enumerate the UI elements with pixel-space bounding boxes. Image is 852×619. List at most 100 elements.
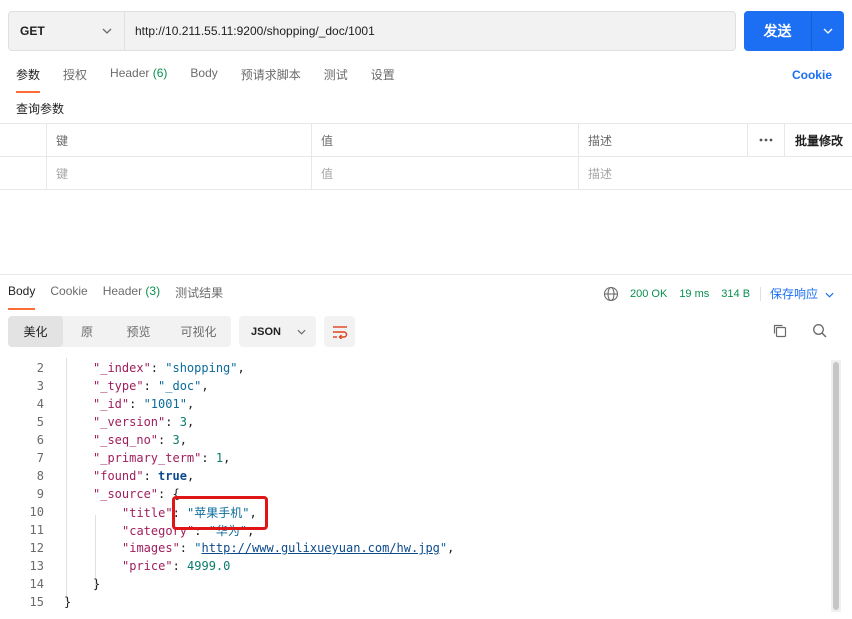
code-line: 11 "category": "华为", bbox=[0, 521, 830, 539]
url-input[interactable]: http://10.211.55.11:9200/shopping/_doc/1… bbox=[125, 12, 375, 50]
code-line: 4 "_id": "1001", bbox=[0, 395, 830, 413]
code-token: : bbox=[143, 379, 159, 393]
line-number: 3 bbox=[36, 379, 44, 393]
query-params-title: 查询参数 bbox=[16, 102, 65, 116]
status-code[interactable]: 200 OK bbox=[630, 288, 667, 300]
request-tabs: 参数 授权 Header (6) Body 预请求脚本 测试 设置 bbox=[16, 66, 418, 93]
code-token: : bbox=[179, 541, 195, 555]
send-button[interactable]: 发送 bbox=[744, 11, 812, 51]
code-token: "_seq_no" bbox=[93, 433, 159, 447]
chevron-down-icon bbox=[823, 28, 833, 34]
code-line: 3 "_type": "_doc", bbox=[0, 377, 830, 395]
save-response-label: 保存响应 bbox=[770, 287, 819, 301]
tab-params[interactable]: 参数 bbox=[16, 66, 41, 93]
url-link[interactable]: http://www.gulixueyuan.com/hw.jpg bbox=[201, 541, 439, 555]
tab-label: 授权 bbox=[63, 68, 88, 82]
tab-test-results[interactable]: 测试结果 bbox=[175, 284, 223, 310]
tab-tests[interactable]: 测试 bbox=[324, 66, 348, 93]
cookies-link[interactable]: Cookie bbox=[792, 68, 832, 82]
code-token: : bbox=[165, 415, 180, 429]
separator bbox=[760, 286, 762, 301]
search-icon bbox=[813, 324, 827, 338]
code-token: "_version" bbox=[93, 415, 166, 429]
method-select[interactable]: GET bbox=[9, 12, 125, 50]
tab-label: 设置 bbox=[370, 68, 395, 82]
code-token: 3 bbox=[179, 415, 187, 429]
view-preview[interactable]: 预览 bbox=[111, 316, 166, 347]
tab-label: Header bbox=[110, 66, 150, 80]
word-wrap-button[interactable] bbox=[324, 316, 355, 347]
copy-icon bbox=[773, 324, 787, 338]
line-number: 10 bbox=[29, 505, 44, 519]
tab-pre-request-script[interactable]: 预请求脚本 bbox=[241, 66, 301, 93]
line-number: 15 bbox=[29, 595, 44, 609]
response-time[interactable]: 19 ms bbox=[679, 288, 709, 300]
key-input[interactable]: 键 bbox=[46, 157, 311, 189]
code-token: true bbox=[158, 469, 187, 483]
globe-icon[interactable] bbox=[603, 286, 619, 302]
method-label: GET bbox=[20, 24, 45, 38]
checkbox-column bbox=[0, 124, 46, 156]
tab-label: Header bbox=[102, 284, 143, 298]
code-token: , bbox=[186, 397, 195, 411]
tab-response-cookies[interactable]: Cookie bbox=[50, 284, 87, 310]
code-line: 12 "images": "http://www.gulixueyuan.com/… bbox=[0, 539, 830, 557]
code-text: "_index": "shopping", bbox=[93, 361, 245, 375]
tab-headers[interactable]: Header (6) bbox=[110, 66, 167, 93]
code-token: : bbox=[150, 361, 166, 375]
tab-label: Body bbox=[190, 66, 218, 80]
tab-count: (6) bbox=[152, 66, 168, 80]
chevron-down-icon bbox=[102, 28, 112, 34]
send-button-group: 发送 bbox=[744, 11, 844, 51]
code-line: 10 "title": "苹果手机", bbox=[0, 503, 830, 521]
code-token: 3 bbox=[172, 433, 180, 447]
view-visualize[interactable]: 可视化 bbox=[166, 316, 231, 347]
pane-divider[interactable] bbox=[0, 274, 852, 275]
tab-settings[interactable]: 设置 bbox=[371, 66, 395, 93]
more-options-button[interactable] bbox=[747, 124, 784, 156]
code-token: 1 bbox=[215, 451, 224, 465]
table-header-row: 键 值 描述 批量修改 bbox=[0, 124, 852, 157]
scrollbar-thumb[interactable] bbox=[833, 362, 839, 610]
copy-button[interactable] bbox=[771, 322, 789, 340]
response-body-viewer[interactable]: 2 "_index": "shopping", 3 "_type": "_doc", 4… bbox=[0, 358, 852, 619]
code-text: "_source": { bbox=[93, 487, 180, 501]
key-header: 键 bbox=[46, 124, 311, 156]
code-text: } bbox=[64, 595, 71, 609]
code-text: "_version": 3, bbox=[93, 415, 194, 429]
description-input[interactable]: 描述 bbox=[578, 157, 747, 189]
search-button[interactable] bbox=[811, 322, 829, 340]
row-checkbox bbox=[0, 157, 46, 189]
tab-auth[interactable]: 授权 bbox=[63, 66, 87, 93]
row-spacer bbox=[784, 157, 852, 189]
format-select[interactable]: JSON bbox=[239, 316, 316, 347]
code-token: "_source" bbox=[93, 487, 159, 501]
code-text: } bbox=[93, 577, 100, 591]
tab-response-body[interactable]: Body bbox=[8, 284, 36, 310]
code-text: "price": 4999.0 bbox=[122, 559, 230, 573]
send-options-button[interactable] bbox=[812, 11, 844, 51]
row-spacer bbox=[747, 157, 784, 189]
value-input[interactable]: 值 bbox=[311, 157, 578, 189]
tab-response-headers[interactable]: Header (3) bbox=[103, 284, 160, 310]
line-number: 12 bbox=[29, 541, 44, 555]
save-response-button[interactable]: 保存响应 bbox=[770, 285, 834, 302]
tab-body[interactable]: Body bbox=[190, 66, 217, 93]
view-raw[interactable]: 原 bbox=[63, 316, 111, 347]
bulk-edit-button[interactable]: 批量修改 bbox=[784, 124, 852, 156]
view-pretty[interactable]: 美化 bbox=[8, 316, 63, 347]
line-number: 14 bbox=[29, 577, 44, 591]
code-token: : bbox=[129, 397, 144, 411]
wrap-lines-icon bbox=[332, 325, 347, 339]
response-size[interactable]: 314 B bbox=[721, 288, 750, 300]
description-header: 描述 bbox=[578, 124, 747, 156]
code-text: "_seq_no": 3, bbox=[93, 433, 187, 447]
code-text: "images": "http://www.gulixueyuan.com/hw… bbox=[122, 541, 454, 555]
code-token: : bbox=[158, 433, 173, 447]
code-token: "found" bbox=[93, 469, 144, 483]
code-token: "shopping" bbox=[165, 361, 238, 375]
tab-label: 预请求脚本 bbox=[240, 68, 301, 82]
code-line: 2 "_index": "shopping", bbox=[0, 359, 830, 377]
code-token: "_id" bbox=[93, 397, 130, 411]
code-token: , bbox=[447, 541, 455, 555]
